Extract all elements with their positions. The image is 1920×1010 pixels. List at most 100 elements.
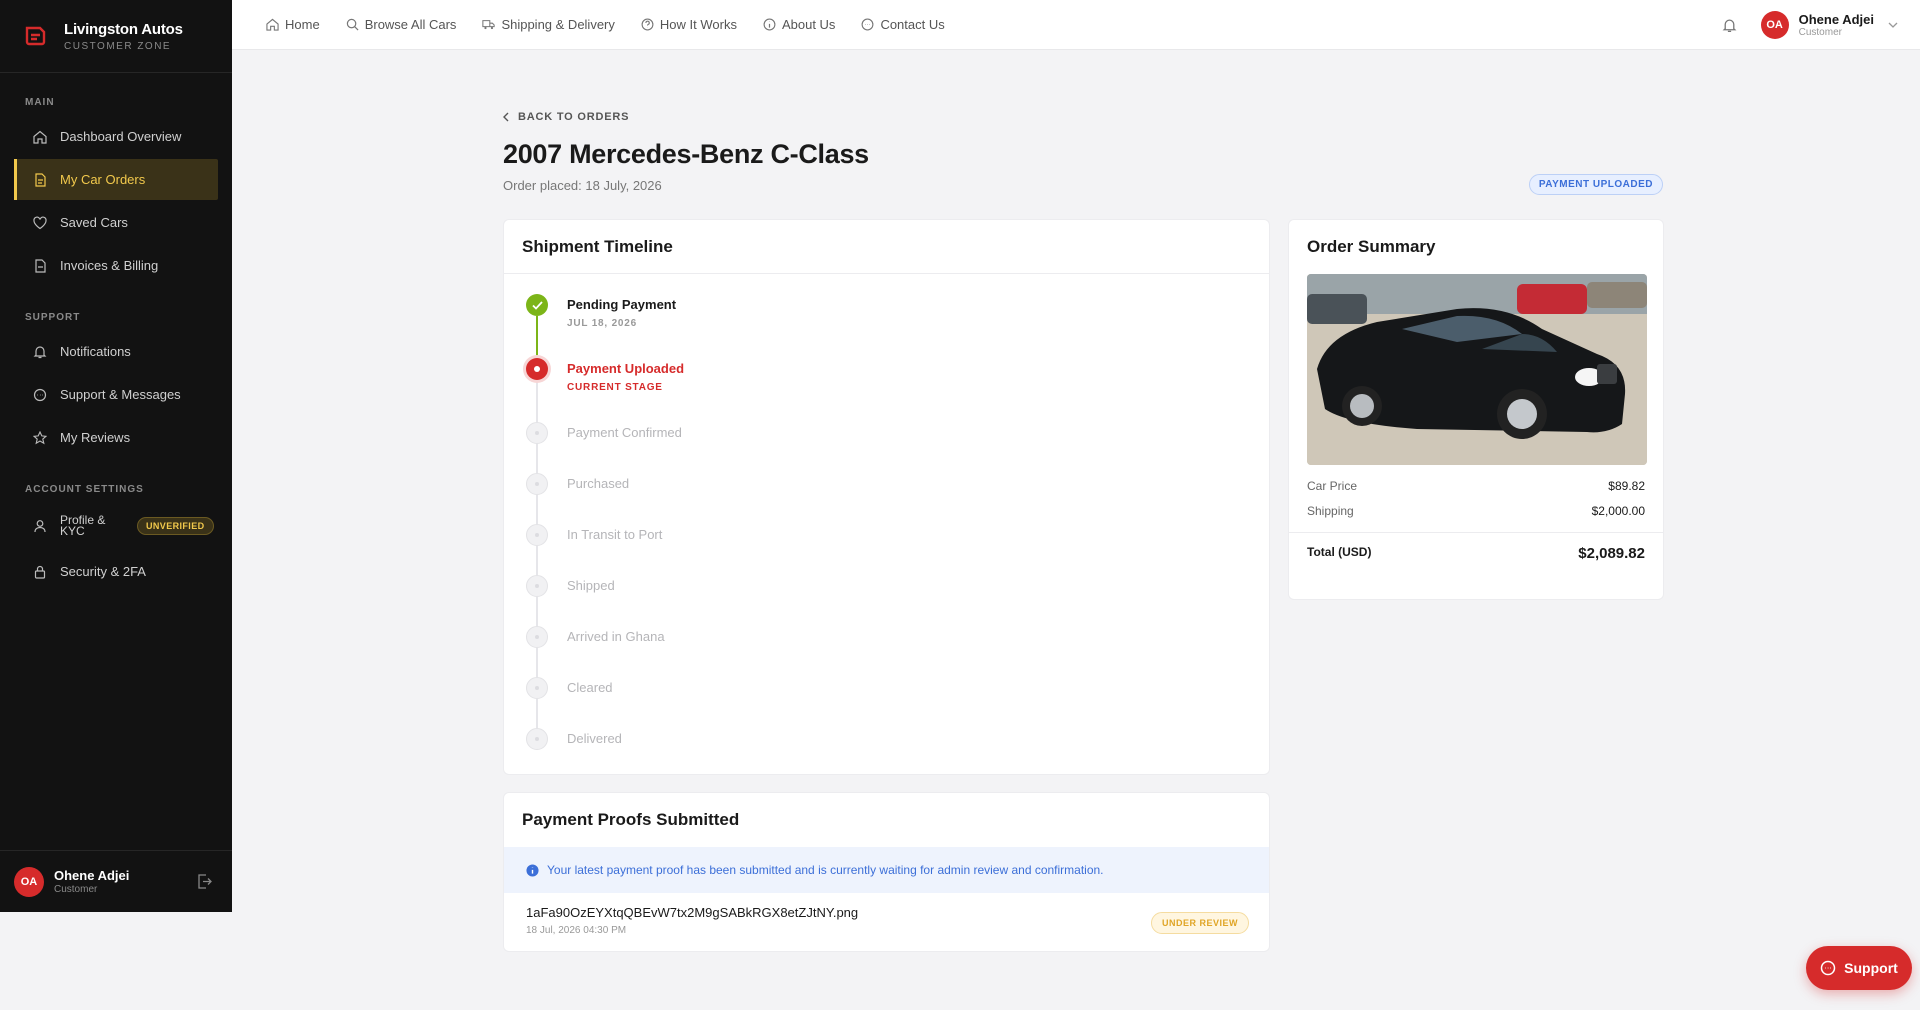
topnav-contact-us[interactable]: Contact Us: [861, 17, 945, 32]
chevron-left-icon: [503, 112, 509, 122]
back-label: BACK TO ORDERS: [518, 111, 630, 123]
sidebar: Livingston Autos CUSTOMER ZONE MAIN Dash…: [0, 0, 232, 912]
avatar[interactable]: OA: [1760, 11, 1789, 39]
topnav-label: Home: [285, 17, 320, 32]
footer-user-role: Customer: [54, 884, 98, 895]
topnav-browse-all-cars[interactable]: Browse All Cars: [346, 17, 456, 32]
timeline-marker: [526, 626, 548, 677]
support-button[interactable]: Support: [1806, 946, 1912, 990]
topnav-how-it-works[interactable]: How It Works: [641, 17, 737, 32]
timeline-stage-label: In Transit to Port: [567, 527, 663, 542]
chat-icon: [1820, 960, 1836, 976]
car-price-value: $89.82: [1608, 479, 1645, 493]
sidebar-item-security[interactable]: Security & 2FA: [14, 551, 218, 592]
timeline-stage: Cleared: [526, 677, 1269, 728]
back-to-orders-link[interactable]: BACK TO ORDERS: [503, 111, 1663, 123]
topnav-label: How It Works: [659, 17, 737, 32]
sidebar-item-label: Security & 2FA: [60, 564, 146, 579]
shipping-label: Shipping: [1307, 504, 1354, 518]
card-title: Order Summary: [1307, 237, 1436, 256]
topnav-home[interactable]: Home: [266, 17, 320, 32]
topnav-label: About Us: [781, 17, 836, 32]
car-photo: [1307, 274, 1647, 465]
sidebar-item-notifications[interactable]: Notifications: [14, 331, 218, 372]
nav-section-main: MAIN: [25, 97, 55, 108]
timeline-text: Pending Payment JUL 18, 2026: [567, 294, 676, 358]
info-icon: [526, 863, 539, 877]
sidebar-item-my-reviews[interactable]: My Reviews: [14, 417, 218, 458]
timeline-stage-sub: JUL 18, 2026: [567, 318, 638, 329]
brand-subtitle: CUSTOMER ZONE: [64, 40, 172, 52]
help-icon: [641, 18, 654, 31]
timeline-stage: Arrived in Ghana: [526, 626, 1269, 677]
home-icon: [266, 18, 279, 31]
document-icon: [32, 172, 48, 188]
timeline-text: Shipped: [567, 575, 615, 626]
timeline-stage-label: Purchased: [567, 476, 630, 491]
sidebar-item-my-car-orders[interactable]: My Car Orders: [14, 159, 218, 200]
topnav-about-us[interactable]: About Us: [763, 17, 835, 32]
sidebar-item-label: My Car Orders: [60, 172, 146, 187]
top-user-info[interactable]: Ohene Adjei Customer: [1799, 12, 1874, 38]
footer-user-name: Ohene Adjei: [54, 868, 130, 883]
chat-icon: [861, 18, 874, 31]
car-logo-icon: [24, 25, 46, 47]
timeline-connector: [536, 380, 538, 422]
logout-icon[interactable]: [197, 874, 212, 889]
truck-icon: [482, 18, 496, 31]
bell-icon[interactable]: [1722, 18, 1737, 33]
nav-section-support: SUPPORT: [25, 312, 81, 323]
brand-name: Livingston Autos: [64, 20, 183, 38]
sidebar-item-label: Profile & KYC: [60, 513, 106, 538]
pending-stage-dot: [526, 677, 548, 699]
proof-file-row[interactable]: 1aFa90OzEYXtqQBEvW7tx2M9gSABkRGX8etZJtNY…: [504, 893, 1269, 948]
timeline-text: Purchased: [567, 473, 629, 524]
timeline-connector: [536, 546, 538, 575]
timeline-text: In Transit to Port: [567, 524, 662, 575]
chevron-down-icon[interactable]: [1888, 22, 1898, 28]
timeline-text: Arrived in Ghana: [567, 626, 665, 677]
top-user-role: Customer: [1798, 27, 1842, 38]
sidebar-item-dashboard[interactable]: Dashboard Overview: [14, 116, 218, 157]
car-price-label: Car Price: [1307, 479, 1358, 493]
timeline-connector: [536, 648, 538, 677]
info-icon: [763, 18, 776, 31]
pending-stage-dot: [526, 473, 548, 495]
sidebar-item-invoices[interactable]: Invoices & Billing: [14, 245, 218, 286]
sidebar-item-label: Support & Messages: [60, 387, 181, 402]
total-row: Total (USD) $2,089.82: [1289, 532, 1663, 562]
heart-icon: [32, 215, 48, 231]
avatar[interactable]: OA: [14, 866, 44, 897]
payment-proofs-card: Payment Proofs Submitted Your latest pay…: [503, 792, 1270, 952]
support-label: Support: [1844, 960, 1898, 976]
card-title: Shipment Timeline: [504, 220, 1269, 274]
pending-stage-dot: [526, 626, 548, 648]
info-banner: Your latest payment proof has been submi…: [504, 847, 1269, 893]
timeline-text: Cleared: [567, 677, 613, 728]
timeline-marker: [526, 524, 548, 575]
timeline-stage: In Transit to Port: [526, 524, 1269, 575]
order-detail: BACK TO ORDERS 2007 Mercedes-Benz C-Clas…: [503, 50, 1664, 952]
timeline-marker: [526, 677, 548, 728]
timeline-stage: Delivered: [526, 728, 1269, 779]
timeline-text: Delivered: [567, 728, 622, 779]
timeline-marker: [526, 473, 548, 524]
sidebar-item-support-messages[interactable]: Support & Messages: [14, 374, 218, 415]
timeline-marker: [526, 575, 548, 626]
proof-file-name[interactable]: 1aFa90OzEYXtqQBEvW7tx2M9gSABkRGX8etZJtNY…: [526, 905, 1247, 920]
pending-stage-dot: [526, 728, 548, 750]
brand[interactable]: Livingston Autos CUSTOMER ZONE: [0, 0, 232, 73]
top-navbar: Home Browse All Cars Shipping & Delivery…: [232, 0, 1920, 50]
status-badge: PAYMENT UPLOADED: [1528, 174, 1663, 195]
timeline-stage: Shipped: [526, 575, 1269, 626]
sidebar-item-profile-kyc[interactable]: Profile & KYC UNVERIFIED: [14, 503, 218, 549]
timeline-stage-label: Arrived in Ghana: [567, 629, 665, 644]
pending-stage-dot: [526, 422, 548, 444]
card-title: Payment Proofs Submitted: [522, 810, 740, 829]
top-user-name: Ohene Adjei: [1798, 12, 1874, 27]
timeline-list: Pending Payment JUL 18, 2026 Payment Uploa…: [504, 274, 1269, 779]
topnav-shipping-delivery[interactable]: Shipping & Delivery: [482, 17, 615, 32]
timeline-text: Payment Uploaded CURRENT STAGE: [567, 358, 684, 422]
sidebar-item-saved-cars[interactable]: Saved Cars: [14, 202, 218, 243]
timeline-stage-label: Cleared: [567, 680, 613, 695]
